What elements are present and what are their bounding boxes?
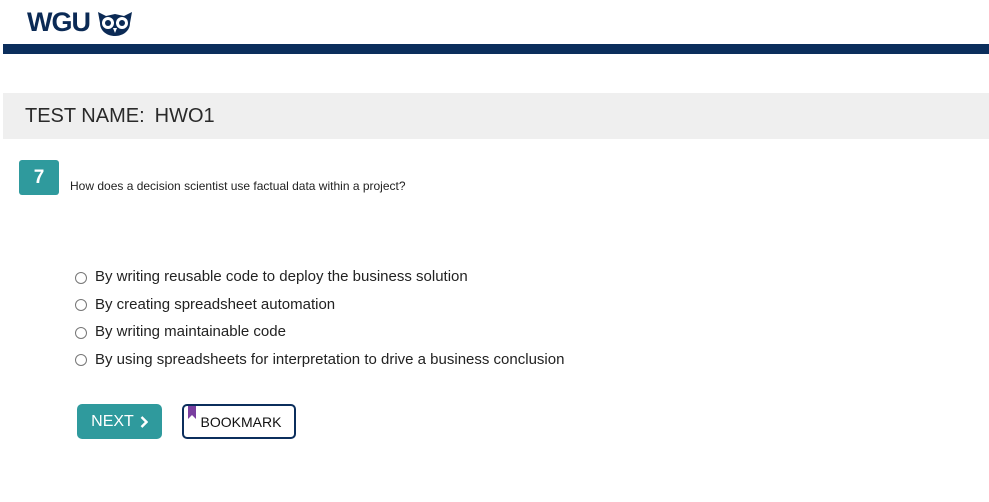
question-text: How does a decision scientist use factua… (70, 179, 406, 193)
test-name-bar: TEST NAME: HWO1 (3, 93, 989, 139)
radio-button[interactable] (75, 354, 87, 367)
logo-text: WGU (27, 7, 91, 37)
answer-option-label: By writing reusable code to deploy the b… (95, 268, 468, 286)
answer-option[interactable]: By writing maintainable code (75, 318, 564, 346)
answer-option[interactable]: By creating spreadsheet automation (75, 291, 564, 319)
next-button-label: NEXT (91, 412, 134, 430)
answer-option[interactable]: By using spreadsheets for interpretation… (75, 346, 564, 374)
radio-button[interactable] (75, 326, 87, 339)
question-number-badge: 7 (19, 160, 59, 195)
radio-button[interactable] (75, 299, 87, 312)
answer-option-label: By writing maintainable code (95, 323, 286, 341)
bookmark-button[interactable]: BOOKMARK (182, 404, 296, 439)
header-divider-bar (3, 44, 989, 54)
answer-option[interactable]: By writing reusable code to deploy the b… (75, 263, 564, 291)
answer-option-label: By using spreadsheets for interpretation… (95, 350, 565, 368)
bookmark-button-label: BOOKMARK (200, 413, 282, 430)
test-name-label: TEST NAME: (25, 104, 145, 127)
radio-button[interactable] (75, 271, 87, 284)
test-name-value: HWO1 (154, 104, 215, 127)
next-button[interactable]: NEXT (77, 404, 162, 439)
answer-option-label: By creating spreadsheet automation (95, 295, 336, 313)
answer-options: By writing reusable code to deploy the b… (75, 263, 564, 373)
chevron-right-icon (140, 415, 148, 428)
owl-icon (97, 11, 132, 36)
wgu-logo: WGU (27, 7, 134, 38)
bookmark-icon (188, 406, 196, 419)
